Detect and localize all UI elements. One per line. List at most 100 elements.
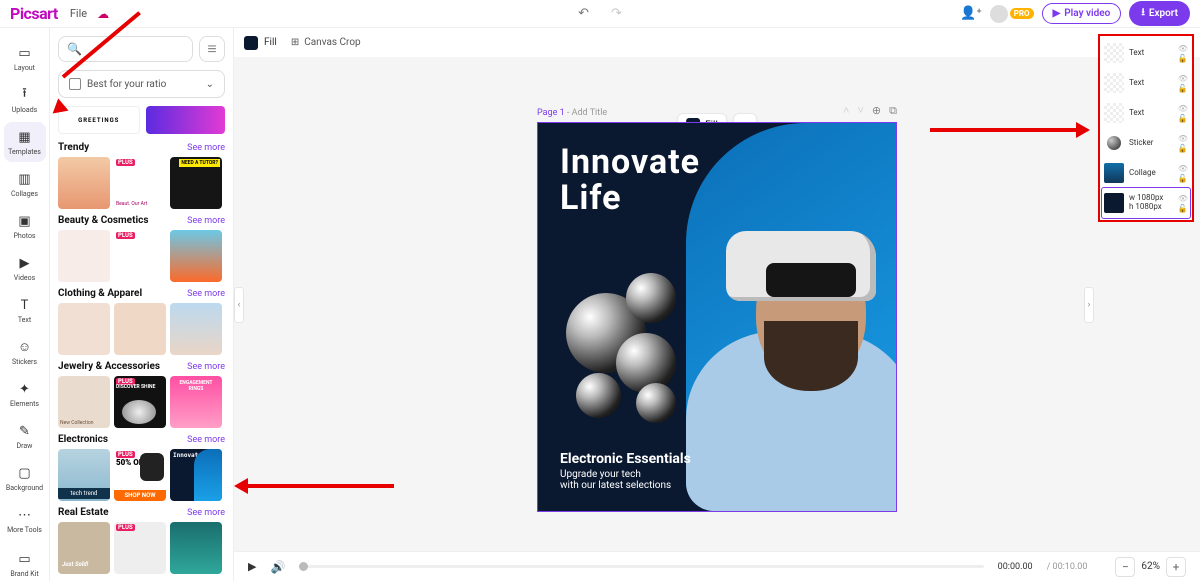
see-more-link[interactable]: See more: [187, 362, 225, 372]
category-title: Trendy: [58, 142, 89, 153]
cloud-sync-icon[interactable]: ☁: [97, 7, 109, 21]
template-thumb[interactable]: [58, 157, 110, 209]
panel-collapse-right[interactable]: ›: [1084, 287, 1094, 323]
subtext[interactable]: Electronic Essentials Upgrade your tech …: [560, 451, 691, 491]
visibility-icon[interactable]: 👁: [1178, 44, 1188, 53]
rail-icon: ▦: [16, 128, 34, 146]
lock-icon[interactable]: 🔓: [1178, 54, 1188, 63]
export-button[interactable]: ⭳ Export: [1129, 1, 1190, 26]
rail-item-elements[interactable]: ✦Elements: [4, 374, 46, 414]
zoom-out-button[interactable]: −: [1115, 557, 1135, 577]
sticker-layer[interactable]: [546, 263, 716, 443]
layer-row[interactable]: Text👁🔓: [1102, 68, 1190, 98]
copy-page-icon[interactable]: ⧉: [889, 104, 897, 118]
template-thumb[interactable]: ENGAGEMENT RINGS: [170, 376, 222, 428]
visibility-icon[interactable]: 👁: [1178, 194, 1188, 203]
rail-item-collages[interactable]: ▥Collages: [4, 164, 46, 204]
fill-control[interactable]: Fill: [244, 36, 277, 50]
search-input[interactable]: 🔍: [58, 36, 193, 62]
rail-item-brand-kit[interactable]: ▭Brand Kit: [4, 544, 46, 581]
panel-collapse-left[interactable]: ‹: [234, 287, 244, 323]
layer-row[interactable]: Collage 👁🔓: [1102, 158, 1190, 188]
player-bar: ▶ 🔊 00:00.00 / 00:10.00 − 62% +: [234, 551, 1200, 581]
template-thumb[interactable]: NEED A TUTOR?: [170, 157, 222, 209]
headline-text[interactable]: Innovate Life: [560, 145, 700, 216]
layer-row[interactable]: w 1080px h 1080px👁🔓: [1102, 188, 1190, 218]
rail-item-more-tools[interactable]: ⋯More Tools: [4, 500, 46, 540]
design-canvas[interactable]: Innovate Life Electronic Essentials Upgr…: [537, 122, 897, 512]
see-more-link[interactable]: See more: [187, 289, 225, 299]
layer-thumb: [1104, 43, 1124, 63]
zoom-in-button[interactable]: +: [1166, 557, 1186, 577]
template-thumb[interactable]: [58, 230, 110, 282]
template-thumb[interactable]: GREETINGS: [58, 106, 140, 134]
see-more-link[interactable]: See more: [187, 143, 225, 153]
page-title[interactable]: Page 1 - Add Title: [537, 108, 607, 118]
visibility-icon[interactable]: 👁: [1178, 164, 1188, 173]
volume-icon[interactable]: 🔊: [270, 560, 285, 574]
template-thumb[interactable]: tech trend: [58, 449, 110, 501]
rail-item-draw[interactable]: ✎Draw: [4, 416, 46, 456]
template-thumb[interactable]: PLUS50% OFFSHOP NOW: [114, 449, 166, 501]
rail-item-background[interactable]: ▢Background: [4, 458, 46, 498]
templates-panel: 🔍 ≡ Best for your ratio ⌄ GREETINGS Tren…: [50, 28, 234, 581]
template-thumb[interactable]: Innovate Life: [170, 449, 222, 501]
see-more-link[interactable]: See more: [187, 435, 225, 445]
template-thumb[interactable]: [114, 303, 166, 355]
duplicate-page-icon[interactable]: ⊕: [872, 104, 881, 118]
visibility-icon[interactable]: 👁: [1178, 104, 1188, 113]
layer-name: Collage: [1129, 169, 1173, 178]
page-up-icon[interactable]: ˄: [843, 104, 849, 118]
photo-layer[interactable]: [686, 123, 896, 511]
timeline-scrubber[interactable]: [299, 565, 983, 568]
lock-icon[interactable]: 🔓: [1178, 204, 1188, 213]
rail-item-stickers[interactable]: ☺Stickers: [4, 332, 46, 372]
template-thumb[interactable]: PLUS: [114, 230, 166, 282]
canvas-workspace[interactable]: Fill ··· Page 1 - Add Title ˄ ˅ ⊕ ⧉: [234, 58, 1200, 551]
rail-item-templates[interactable]: ▦Templates: [4, 122, 46, 162]
rail-item-text[interactable]: TText: [4, 290, 46, 330]
template-thumb[interactable]: PLUS: [114, 522, 166, 574]
template-thumb[interactable]: [170, 303, 222, 355]
rail-icon: ✎: [16, 422, 34, 440]
play-video-button[interactable]: ▶ Play video: [1042, 3, 1122, 24]
canvas-crop-button[interactable]: ⊞ Canvas Crop: [291, 37, 361, 48]
file-menu[interactable]: File: [70, 7, 87, 20]
template-thumb[interactable]: New Collection: [58, 376, 110, 428]
rail-item-photos[interactable]: ▣Photos: [4, 206, 46, 246]
play-button[interactable]: ▶: [248, 560, 256, 573]
filter-button[interactable]: ≡: [199, 36, 225, 62]
templates-scroll[interactable]: GREETINGS Trendy See more PLUSBeaut. Our…: [50, 106, 233, 581]
layer-row[interactable]: Text👁🔓: [1102, 98, 1190, 128]
template-thumb[interactable]: [170, 230, 222, 282]
redo-icon[interactable]: ↷: [611, 6, 622, 21]
layer-row[interactable]: Text👁🔓: [1102, 38, 1190, 68]
layer-thumb: [1104, 103, 1124, 123]
template-thumb[interactable]: [58, 303, 110, 355]
rail-item-layout[interactable]: ▭Layout: [4, 38, 46, 78]
lock-icon[interactable]: 🔓: [1178, 174, 1188, 183]
layer-thumb: [1104, 133, 1124, 153]
template-thumb[interactable]: Just Sold!: [58, 522, 110, 574]
page-down-icon[interactable]: ˅: [857, 104, 863, 118]
template-thumb[interactable]: [146, 106, 226, 134]
layer-row[interactable]: Sticker👁🔓: [1102, 128, 1190, 158]
template-thumb[interactable]: PLUSDISCOVER SHINE: [114, 376, 166, 428]
lock-icon[interactable]: 🔓: [1178, 144, 1188, 153]
see-more-link[interactable]: See more: [187, 508, 225, 518]
user-avatar[interactable]: PRO: [990, 5, 1034, 23]
rail-item-uploads[interactable]: ⭱Uploads: [4, 80, 46, 120]
lock-icon[interactable]: 🔓: [1178, 84, 1188, 93]
undo-icon[interactable]: ↶: [578, 6, 589, 21]
ratio-select[interactable]: Best for your ratio ⌄: [58, 70, 225, 98]
category-title: Beauty & Cosmetics: [58, 215, 148, 226]
template-thumb[interactable]: [170, 522, 222, 574]
template-thumb[interactable]: PLUSBeaut. Our Art: [114, 157, 166, 209]
crop-icon: ⊞: [291, 37, 299, 48]
see-more-link[interactable]: See more: [187, 216, 225, 226]
rail-item-videos[interactable]: ▶Videos: [4, 248, 46, 288]
add-user-icon[interactable]: 👤⁺: [960, 6, 981, 21]
visibility-icon[interactable]: 👁: [1178, 74, 1188, 83]
visibility-icon[interactable]: 👁: [1178, 134, 1188, 143]
lock-icon[interactable]: 🔓: [1178, 114, 1188, 123]
